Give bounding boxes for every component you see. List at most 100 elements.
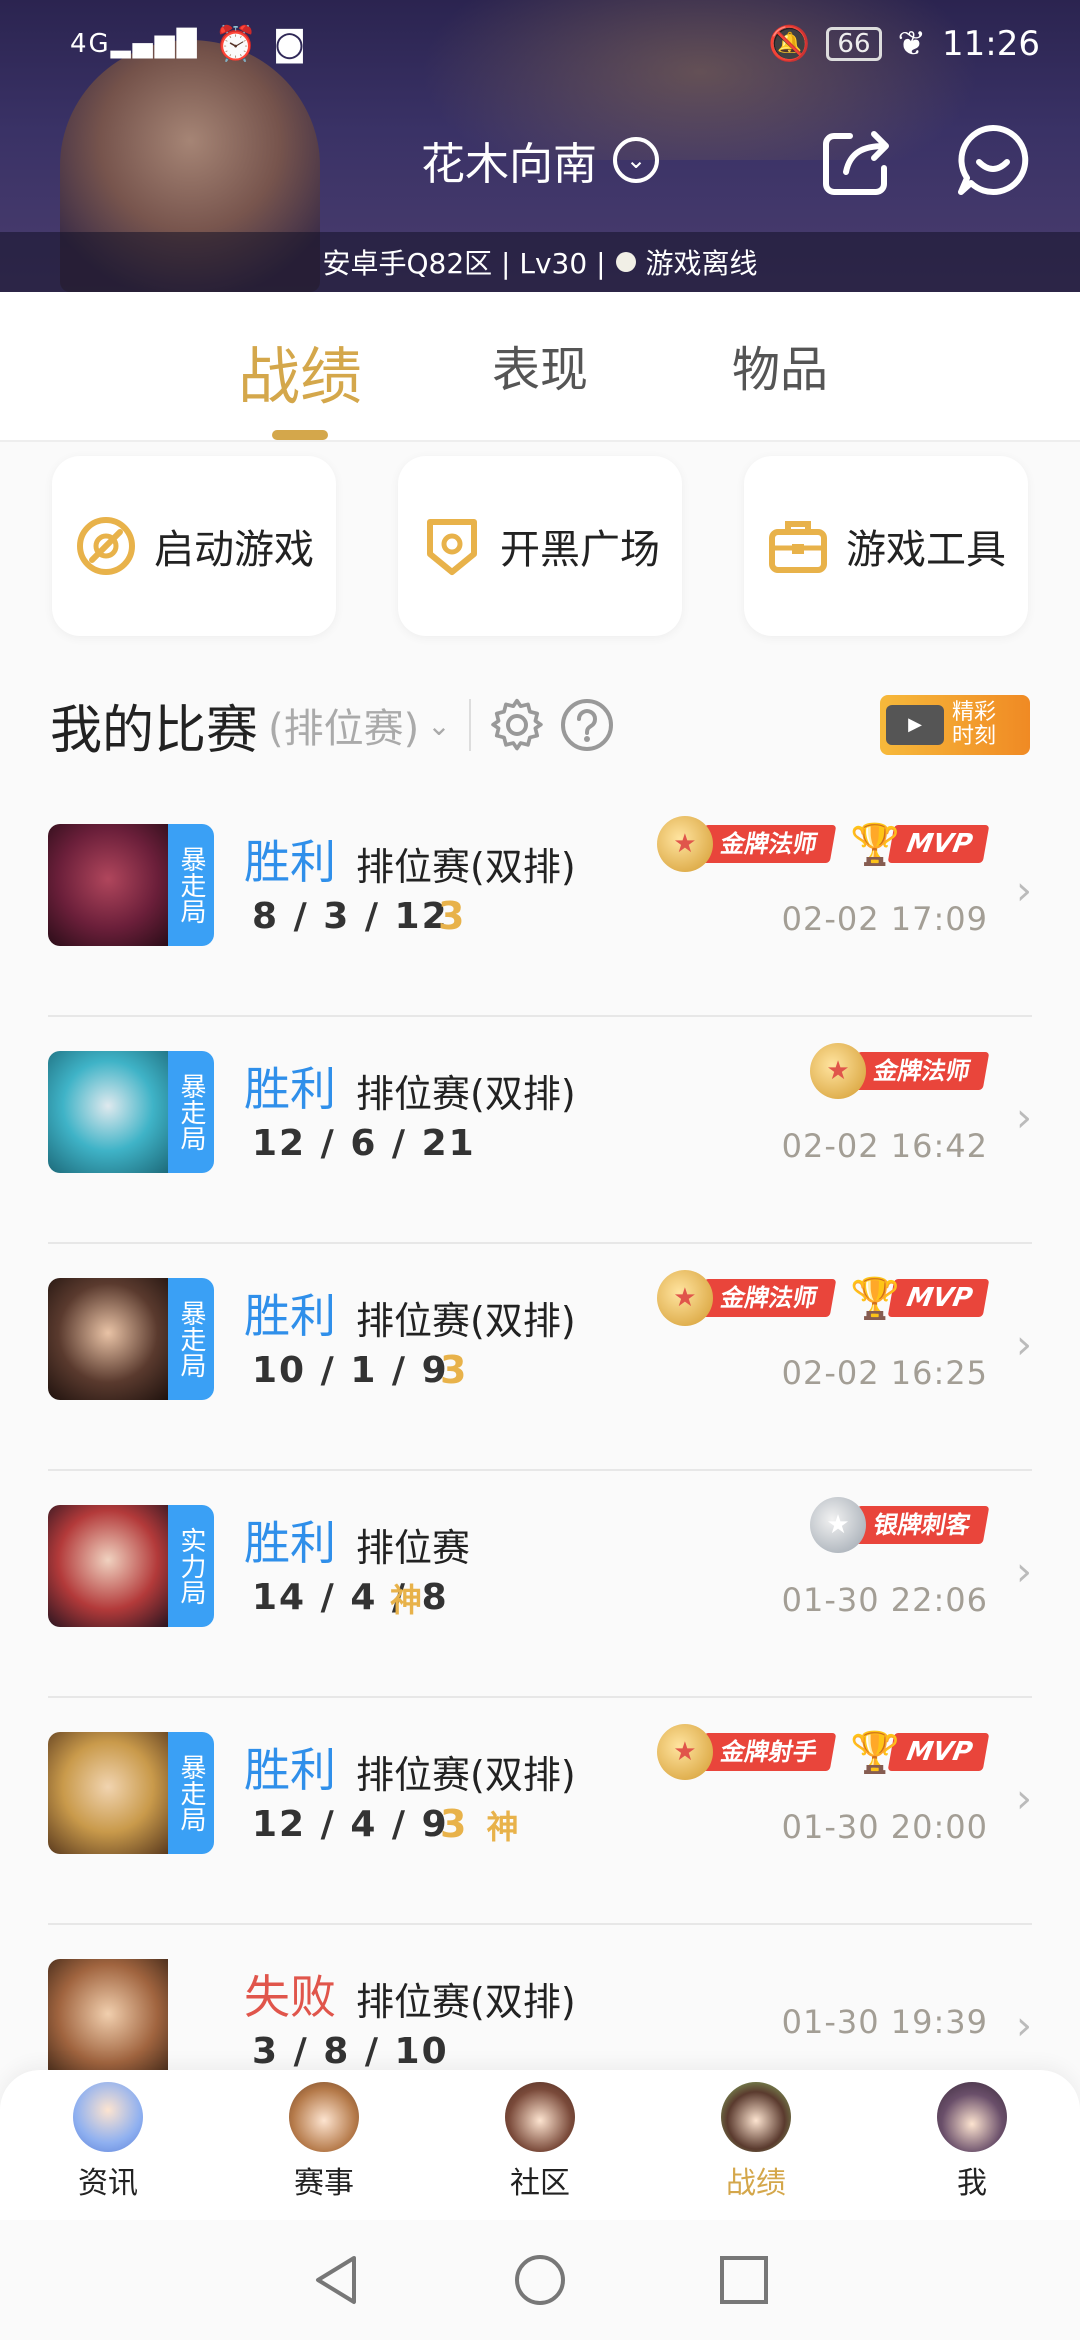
- triple-kill-icon: 3: [440, 1802, 467, 1846]
- triple-kill-icon: 3: [438, 894, 465, 938]
- alarm-icon: ⏰: [214, 24, 258, 64]
- nav-record[interactable]: 战绩: [676, 2082, 836, 2202]
- tab-record[interactable]: 战绩: [180, 292, 420, 440]
- match-badges: ★ 金牌法师 🏆 MVP: [656, 1270, 990, 1326]
- achievement-icons: 3: [438, 894, 464, 938]
- achievement-icons: 3 神: [440, 1802, 518, 1848]
- hero-portrait: [48, 1732, 168, 1854]
- kda: 8 / 3 / 12: [252, 896, 449, 937]
- match-badges: ★ 金牌射手 🏆 MVP: [656, 1724, 990, 1780]
- match-list: 暴走局 胜利 排位赛(双排) 8 / 3 / 12 3 ★ 金牌法师 🏆 MVP…: [48, 790, 1032, 2152]
- achievement-icons: 3: [440, 1348, 466, 1392]
- system-navigation: [0, 2220, 1080, 2340]
- launch-game-button[interactable]: 启动游戏: [52, 456, 336, 636]
- match-badges: ★ 金牌法师 🏆 MVP: [656, 816, 990, 872]
- tab-items[interactable]: 物品: [660, 292, 900, 440]
- game-tools-button[interactable]: 游戏工具: [744, 456, 1028, 636]
- chevron-right-icon: ›: [1016, 1549, 1032, 1595]
- match-type-tag: 暴走局: [168, 1051, 214, 1173]
- news-avatar-icon: [73, 2082, 143, 2152]
- match-time: 02-02 16:25: [781, 1354, 988, 1392]
- shield-icon: [427, 519, 477, 575]
- hero-portrait: [48, 1505, 168, 1627]
- godlike-icon: 神: [486, 1808, 519, 1846]
- home-icon[interactable]: [512, 2252, 568, 2308]
- mvp-badge: 🏆 MVP: [847, 816, 990, 872]
- server-level-text: 安卓手Q82区 | Lv30 |: [322, 247, 606, 280]
- tab-bar: 战绩 表现 物品: [0, 292, 1080, 442]
- match-mode: 排位赛(双排): [356, 845, 576, 889]
- chevron-right-icon: ›: [1016, 1322, 1032, 1368]
- match-result: 胜利: [244, 1743, 336, 1797]
- match-row[interactable]: 暴走局 胜利 排位赛(双排) 12 / 4 / 9 3 神 ★ 金牌射手 🏆 M…: [48, 1698, 1032, 1925]
- medal-badge: ★ 金牌法师: [656, 1270, 837, 1326]
- hero-avatar: 暴走局: [48, 1732, 214, 1854]
- highlight-moments-button[interactable]: ▶ 精彩 时刻: [880, 695, 1030, 755]
- match-row[interactable]: 实力局 胜利 排位赛 14 / 4 / 8 神 ★ 银牌刺客 01-30 22:…: [48, 1471, 1032, 1698]
- share-icon[interactable]: [820, 122, 896, 198]
- hero-avatar: [48, 1959, 214, 2081]
- medal-badge: ★ 金牌法师: [656, 816, 837, 872]
- kda: 3 / 8 / 10: [252, 2031, 449, 2072]
- chevron-down-icon[interactable]: ⌄: [427, 709, 450, 742]
- status-bar: 4G▂▄▆█ ⏰ ◙ 🔕 66 ❦ 11:26: [0, 0, 1080, 88]
- match-badges: ★ 金牌法师: [810, 1043, 990, 1099]
- nav-events[interactable]: 赛事: [244, 2082, 404, 2202]
- match-mode: 排位赛(双排): [356, 1299, 576, 1343]
- match-time: 01-30 20:00: [781, 1808, 988, 1846]
- match-row[interactable]: 暴走局 胜利 排位赛(双排) 12 / 6 / 21 ★ 金牌法师 02-02 …: [48, 1017, 1032, 1244]
- kda: 10 / 1 / 9: [252, 1350, 449, 1391]
- nav-community[interactable]: 社区: [460, 2082, 620, 2202]
- section-title: 我的比赛: [50, 700, 259, 761]
- me-avatar-icon: [937, 2082, 1007, 2152]
- recents-icon[interactable]: [718, 2254, 770, 2306]
- tab-performance[interactable]: 表现: [420, 292, 660, 440]
- back-icon[interactable]: [310, 2252, 362, 2308]
- silver-medal-icon: ★: [810, 1497, 866, 1553]
- chevron-right-icon: ›: [1016, 868, 1032, 914]
- chat-icon[interactable]: [955, 122, 1031, 198]
- settings-gear-icon[interactable]: [489, 697, 545, 753]
- match-result: 胜利: [244, 1062, 336, 1116]
- medal-badge: ★ 金牌法师: [810, 1043, 990, 1099]
- trophy-icon: 🏆: [850, 1729, 900, 1776]
- match-mode: 排位赛: [356, 1526, 471, 1570]
- account-switcher[interactable]: 花木向南 ⌄: [421, 128, 659, 192]
- gold-medal-icon: ★: [656, 1270, 713, 1326]
- medal-badge: ★ 银牌刺客: [810, 1497, 990, 1553]
- chevron-down-icon: ⌄: [613, 137, 659, 183]
- nav-news[interactable]: 资讯: [28, 2082, 188, 2202]
- match-mode: 排位赛(双排): [356, 1980, 576, 2024]
- match-badges: ★ 银牌刺客: [810, 1497, 990, 1553]
- match-time: 01-30 19:39: [781, 2003, 988, 2041]
- gold-medal-icon: ★: [810, 1043, 866, 1099]
- game-status-text: 游戏离线: [645, 247, 758, 280]
- help-icon[interactable]: [559, 697, 615, 753]
- match-mode: 排位赛(双排): [356, 1072, 576, 1116]
- gold-medal-icon: ★: [656, 1724, 713, 1780]
- match-row[interactable]: 暴走局 胜利 排位赛(双排) 10 / 1 / 9 3 ★ 金牌法师 🏆 MVP…: [48, 1244, 1032, 1471]
- trophy-icon: 🏆: [850, 1275, 900, 1322]
- match-time: 01-30 22:06: [781, 1581, 988, 1619]
- record-avatar-icon: [721, 2082, 791, 2152]
- match-time: 02-02 17:09: [781, 900, 988, 938]
- hero-portrait: [48, 1051, 168, 1173]
- signal-icon: 4G▂▄▆█: [70, 29, 199, 59]
- my-matches-header: 我的比赛 (排位赛) ⌄ ▶ 精彩 时刻: [50, 680, 1030, 770]
- video-camera-icon: ▶: [886, 705, 944, 745]
- nav-me[interactable]: 我: [892, 2082, 1052, 2202]
- account-info-strip: 安卓手Q82区 | Lv30 | 游戏离线: [0, 232, 1080, 292]
- match-row[interactable]: 暴走局 胜利 排位赛(双排) 8 / 3 / 12 3 ★ 金牌法师 🏆 MVP…: [48, 790, 1032, 1017]
- match-type-tag: 实力局: [168, 1505, 214, 1627]
- team-up-square-button[interactable]: 开黑广场: [398, 456, 682, 636]
- chevron-right-icon: ›: [1016, 1776, 1032, 1822]
- godlike-icon: 神: [390, 1581, 423, 1619]
- launch-game-icon: [77, 517, 135, 575]
- match-type-filter[interactable]: (排位赛): [268, 696, 419, 754]
- hero-avatar: 实力局: [48, 1505, 214, 1627]
- hero-avatar: 暴走局: [48, 824, 214, 946]
- mvp-badge: 🏆 MVP: [847, 1270, 990, 1326]
- profile-header: 4G▂▄▆█ ⏰ ◙ 🔕 66 ❦ 11:26 花木向南 ⌄ 安卓手Q82区 |…: [0, 0, 1080, 292]
- match-mode: 排位赛(双排): [356, 1753, 576, 1797]
- community-avatar-icon: [505, 2082, 575, 2152]
